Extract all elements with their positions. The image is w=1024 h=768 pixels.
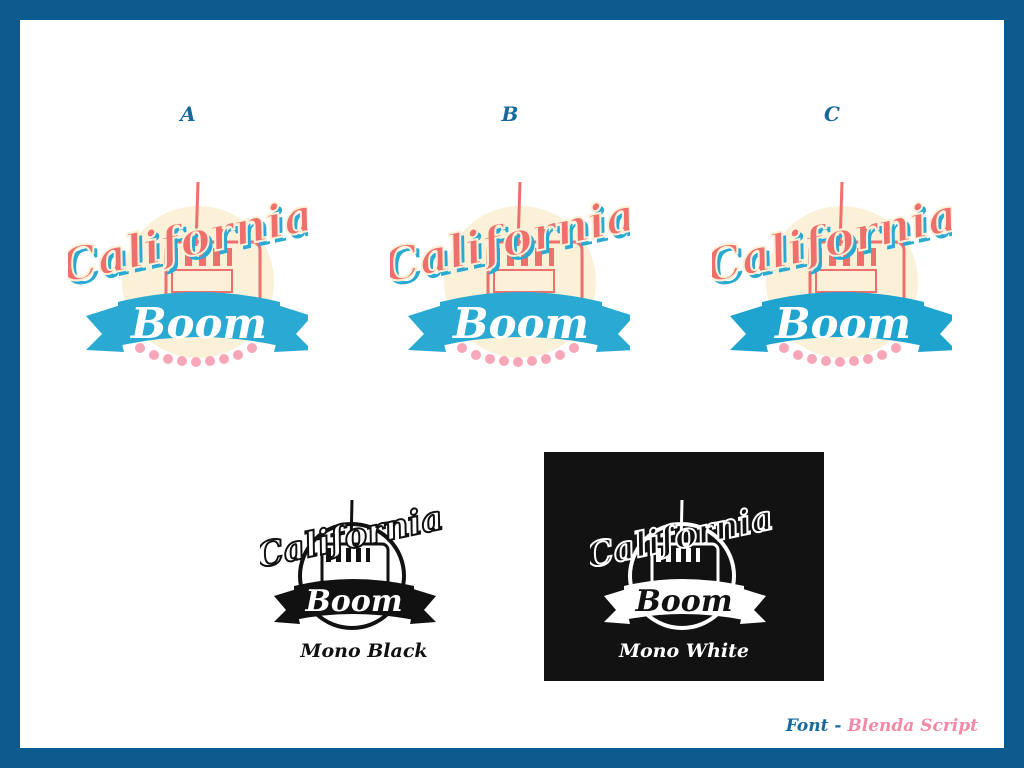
font-credit-prefix: Font - [785,716,842,736]
logo-variant-c: California California Boom [712,181,952,367]
logo-mono-black: California Boom [260,497,448,630]
logo-variant-b: California California Boom [390,181,630,367]
mono-white-label: Mono White [618,640,750,662]
mono-black-label: Mono Black [300,640,428,662]
variant-label-b: B [501,102,519,126]
logo-variant-a: California California Boom [68,181,308,367]
logo-text-boom-b: Boom [452,299,589,348]
font-credit-name: Blenda Script [847,716,978,736]
variant-label-a: A [180,102,196,126]
font-credit: Font - Blenda Script [786,716,978,736]
presentation-sheet: A B C California California Boom Califor… [20,20,1004,748]
logo-mono-white: California Boom [590,497,778,630]
mono-black-text-boom: Boom [304,584,402,619]
variant-label-c: C [824,102,840,126]
logo-text-boom-c: Boom [774,299,911,348]
logo-text-boom-a: Boom [130,299,267,348]
mono-white-text-boom: Boom [634,584,732,619]
